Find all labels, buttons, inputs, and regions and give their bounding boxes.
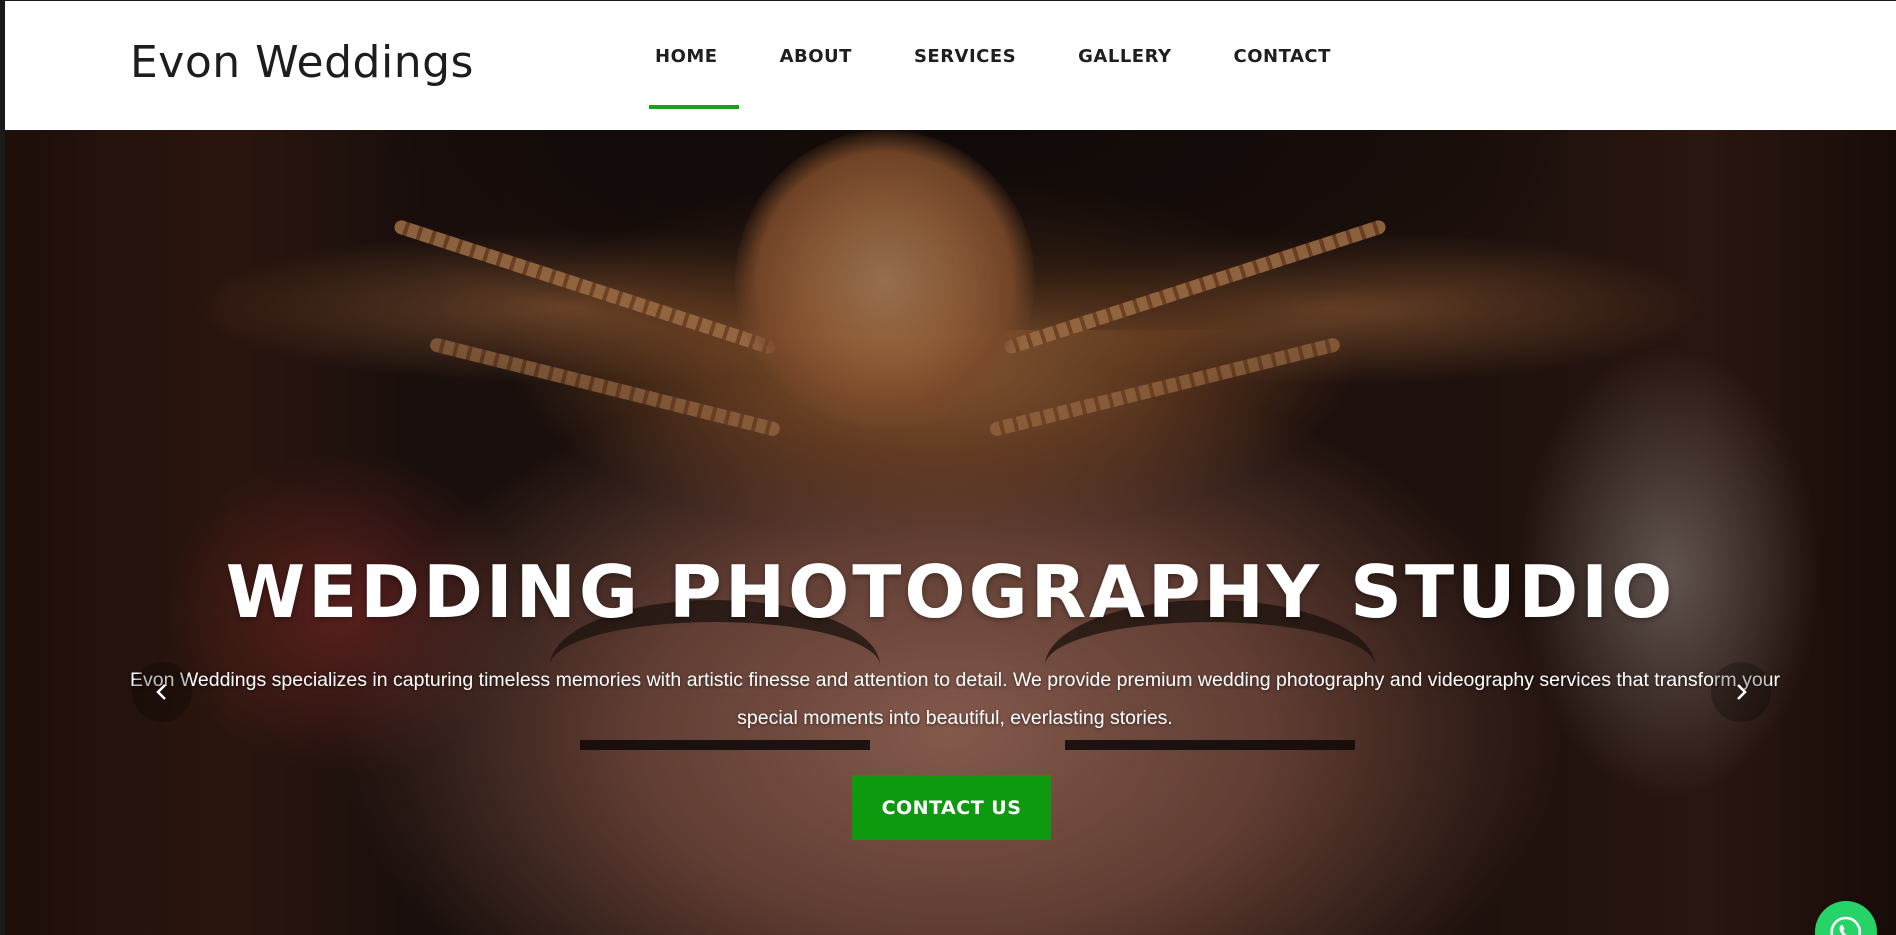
brand-logo[interactable]: Evon Weddings [130,37,474,88]
nav-item-contact[interactable]: CONTACT [1203,1,1362,111]
chevron-left-icon [156,684,166,700]
slider-next-button[interactable] [1711,662,1771,722]
nav-item-services[interactable]: SERVICES [883,1,1047,111]
browser-page: Evon Weddings HOME ABOUT SERVICES GALLER… [5,1,1896,935]
main-nav: HOME ABOUT SERVICES GALLERY CONTACT [639,1,1362,111]
hero-slider: WEDDING PHOTOGRAPHY STUDIO Evon Weddings… [5,130,1896,935]
nav-item-label: SERVICES [913,46,1017,67]
hero-description: Evon Weddings specializes in capturing t… [129,669,1781,729]
whatsapp-icon [1830,916,1862,935]
nav-item-label: ABOUT [779,46,852,67]
nav-item-gallery[interactable]: GALLERY [1047,1,1202,111]
slider-prev-button[interactable] [132,662,192,722]
contact-us-button[interactable]: CONTACT US [852,775,1051,840]
nav-item-label: GALLERY [1078,46,1172,67]
nav-item-label: HOME [655,46,718,67]
hero-title: WEDDING PHOTOGRAPHY STUDIO [225,550,1676,634]
chevron-right-icon [1737,684,1747,700]
site-header: Evon Weddings HOME ABOUT SERVICES GALLER… [5,1,1896,130]
nav-item-label: CONTACT [1233,46,1331,67]
nav-item-home[interactable]: HOME [639,1,749,111]
nav-item-about[interactable]: ABOUT [749,1,883,111]
